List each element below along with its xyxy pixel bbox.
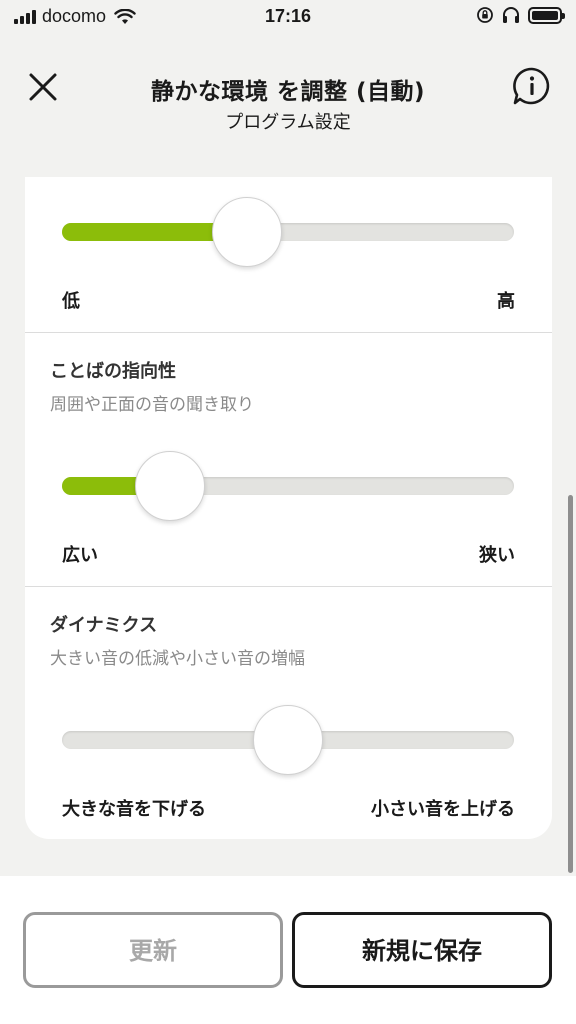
speech-directionality-section: ことばの指向性 周囲や正面の音の聞き取り 広い 狭い xyxy=(25,333,552,586)
save-new-button[interactable]: 新規に保存 xyxy=(292,912,552,988)
headphones-icon xyxy=(503,7,519,23)
slider-thumb[interactable] xyxy=(212,197,282,267)
section-description: 周囲や正面の音の聞き取り xyxy=(50,395,254,415)
slider-max-label: 狭い xyxy=(479,545,515,566)
page-subtitle: プログラム設定 xyxy=(225,112,351,133)
volume-section: 低 高 xyxy=(25,177,552,332)
page-title: 静かな環境 を調整 (自動) xyxy=(150,79,426,105)
status-right xyxy=(476,6,565,24)
slider-thumb[interactable] xyxy=(135,451,205,521)
slider-max-label: 高 xyxy=(497,291,515,312)
slider-min-label: 広い xyxy=(62,545,98,566)
settings-card: 低 高 ことばの指向性 周囲や正面の音の聞き取り 広い 狭い ダイナミクス 大き… xyxy=(25,177,552,839)
battery-icon xyxy=(528,6,565,24)
info-icon[interactable] xyxy=(512,66,552,106)
bottom-action-bar: 更新 新規に保存 xyxy=(0,876,576,1024)
update-button[interactable]: 更新 xyxy=(23,912,283,988)
slider-min-label: 大きな音を下げる xyxy=(62,799,206,820)
orientation-lock-icon xyxy=(477,7,493,23)
section-title: ことばの指向性 xyxy=(50,361,176,382)
slider-max-label: 小さい音を上げる xyxy=(371,799,515,820)
slider-thumb[interactable] xyxy=(253,705,323,775)
volume-slider[interactable] xyxy=(62,197,514,267)
speech-directionality-slider[interactable] xyxy=(62,451,514,521)
header: 静かな環境 を調整 (自動) プログラム設定 xyxy=(0,60,576,140)
slider-min-label: 低 xyxy=(62,291,80,312)
dynamics-section: ダイナミクス 大きい音の低減や小さい音の増幅 大きな音を下げる 小さい音を上げる xyxy=(25,587,552,839)
section-description: 大きい音の低減や小さい音の増幅 xyxy=(50,649,305,669)
status-bar: docomo 17:16 xyxy=(0,0,576,34)
scrollbar[interactable] xyxy=(568,495,573,873)
section-title: ダイナミクス xyxy=(50,615,158,636)
dynamics-slider[interactable] xyxy=(62,705,514,775)
